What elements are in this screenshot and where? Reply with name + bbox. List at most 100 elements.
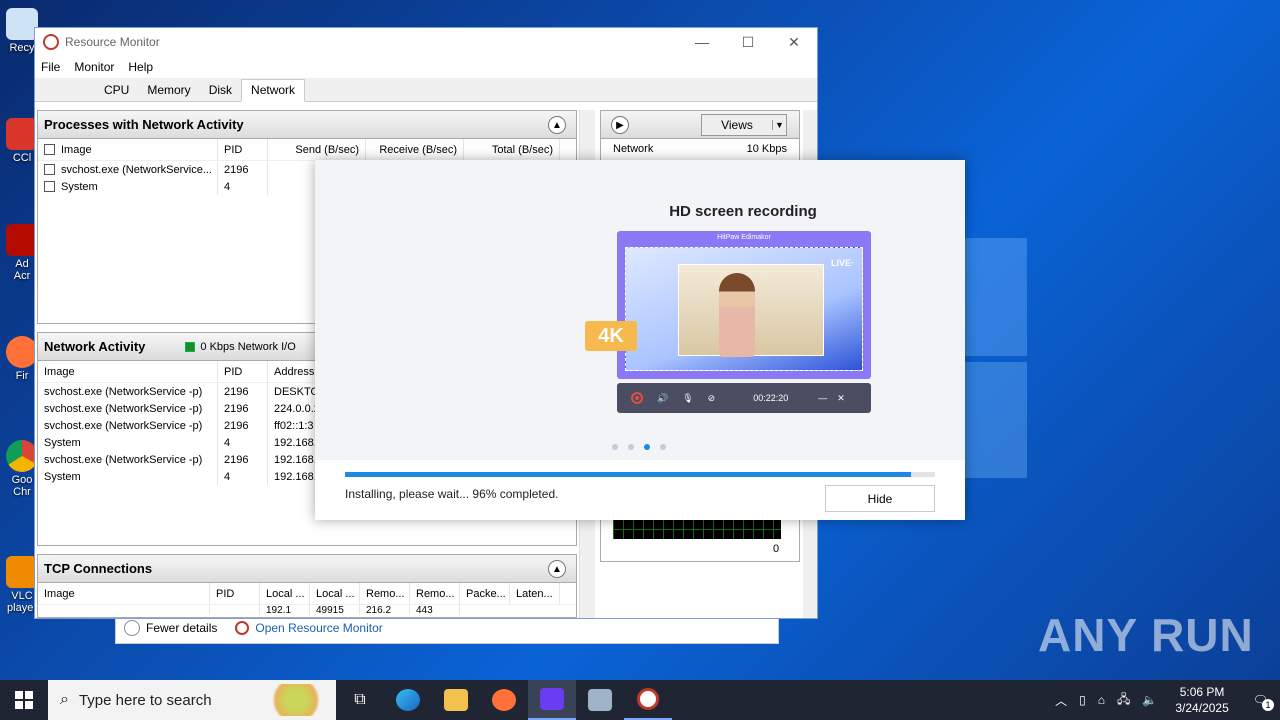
cell-pid: 4 (218, 468, 268, 485)
installer-carousel: HD screen recording HitPaw Edimakor LIVE… (315, 160, 965, 460)
network-graph (613, 519, 781, 539)
column-header-remote-address[interactable]: Remo... (360, 583, 410, 604)
cell-image: svchost.exe (NetworkService -p) (38, 417, 218, 434)
cell-image: svchost.exe (NetworkService -p) (38, 451, 218, 468)
cell-image: svchost.exe (NetworkService -p) (38, 383, 218, 400)
start-button[interactable] (0, 680, 48, 720)
resource-monitor-icon (43, 34, 59, 50)
camera-off-icon: ⊘ (707, 392, 716, 403)
column-header-pid[interactable]: PID (210, 583, 260, 604)
resource-monitor-icon (637, 688, 659, 710)
processes-panel-header[interactable]: Processes with Network Activity ▲ (38, 111, 576, 139)
panel-title: Network Activity (44, 339, 146, 354)
menu-bar: File Monitor Help (35, 56, 817, 78)
panel-title: TCP Connections (44, 561, 153, 576)
maximize-button[interactable]: ☐ (725, 28, 771, 56)
action-center-button[interactable]: 🗨 1 (1241, 693, 1280, 711)
clock[interactable]: 5:06 PM 3/24/2025 (1163, 684, 1240, 716)
row-checkbox[interactable] (44, 164, 55, 175)
taskbar-resource-monitor[interactable] (624, 680, 672, 720)
taskbar-network-app[interactable] (576, 680, 624, 720)
expand-pane-icon[interactable]: ▶ (611, 116, 629, 134)
record-icon (631, 392, 643, 404)
window-controls: — ☐ ✕ (679, 28, 817, 56)
select-all-checkbox[interactable] (44, 144, 55, 155)
row-checkbox[interactable] (44, 181, 55, 192)
menu-help[interactable]: Help (128, 60, 153, 74)
menu-monitor[interactable]: Monitor (74, 60, 114, 74)
close-button[interactable]: ✕ (771, 28, 817, 56)
folder-icon (444, 689, 468, 711)
network-icon[interactable]: 🖧 (1111, 690, 1136, 711)
network-app-icon (588, 689, 612, 711)
open-resource-monitor-link[interactable]: Open Resource Monitor (235, 621, 383, 635)
column-header-receive[interactable]: Receive (B/sec) (366, 139, 464, 160)
column-header-local-address[interactable]: Local ... (260, 583, 310, 604)
carousel-dot[interactable] (612, 444, 618, 450)
cell-image: System (38, 468, 218, 485)
network-io-indicator: 0 Kbps Network I/O (185, 341, 296, 353)
taskbar-search-box[interactable]: ⌕ Type here to search (48, 680, 336, 720)
tcp-connections-header[interactable]: TCP Connections ▲ (38, 555, 576, 583)
column-header-packet-loss[interactable]: Packe... (460, 583, 510, 604)
views-dropdown[interactable]: Views ▼ (701, 114, 787, 136)
column-header-image[interactable]: Image (38, 139, 218, 160)
column-header-send[interactable]: Send (B/sec) (268, 139, 366, 160)
processes-column-header: Image PID Send (B/sec) Receive (B/sec) T… (38, 139, 576, 161)
recording-timer: 00:22:20 (753, 393, 789, 403)
taskbar-installer[interactable] (528, 680, 576, 720)
fewer-details-button[interactable]: Fewer details (124, 620, 217, 636)
tab-cpu[interactable]: CPU (95, 80, 138, 101)
taskbar-file-explorer[interactable] (432, 680, 480, 720)
search-highlight-icon (266, 684, 326, 716)
column-header-pid[interactable]: PID (218, 361, 268, 382)
meet-now-icon[interactable]: ⌂ (1092, 693, 1111, 707)
title-bar[interactable]: Resource Monitor — ☐ ✕ (35, 28, 817, 56)
column-header-total[interactable]: Total (B/sec) (464, 139, 560, 160)
taskbar-firefox[interactable] (480, 680, 528, 720)
install-progress-bar (345, 472, 935, 477)
cell-pid: 2196 (218, 417, 268, 434)
minimize-button[interactable]: — (679, 28, 725, 56)
network-graph-value: 10 Kbps (746, 143, 787, 155)
search-placeholder: Type here to search (78, 691, 212, 709)
column-header-local-port[interactable]: Local ... (310, 583, 360, 604)
taskbar-edge[interactable] (384, 680, 432, 720)
live-label: LIVE· (830, 258, 854, 268)
close-icon: ✕ (837, 392, 845, 403)
tab-strip: CPU Memory Disk Network (35, 78, 817, 102)
hide-button[interactable]: Hide (825, 485, 935, 512)
tab-disk[interactable]: Disk (200, 80, 241, 101)
column-header-image[interactable]: Image (38, 583, 210, 604)
graph-min-label: 0 (773, 543, 780, 555)
install-progress-fill (345, 472, 912, 477)
network-graph-header: Network 10 Kbps (601, 139, 799, 159)
carousel-dot[interactable] (660, 444, 666, 450)
collapse-icon[interactable]: ▲ (548, 116, 566, 134)
cell-pid: 2196 (218, 383, 268, 400)
carousel-dot[interactable] (644, 444, 650, 450)
tab-network[interactable]: Network (241, 79, 306, 102)
carousel-headline: HD screen recording (669, 203, 817, 220)
column-header-pid[interactable]: PID (218, 139, 268, 160)
taskbar: ⌕ Type here to search ⧉ ︿ ▯ ⌂ 🖧 🔈 5:06 P… (0, 680, 1280, 720)
tablet-icon[interactable]: ▯ (1073, 693, 1092, 707)
table-row[interactable]: 192.1 49915 216.2 443 (38, 605, 576, 615)
edimakor-icon (540, 688, 564, 710)
resource-monitor-icon (235, 621, 250, 635)
carousel-dot[interactable] (628, 444, 634, 450)
system-tray: ︿ ▯ ⌂ 🖧 🔈 5:06 PM 3/24/2025 🗨 1 (1049, 680, 1280, 720)
preview-photo (678, 264, 824, 357)
right-pane-header: ▶ Views ▼ (601, 111, 799, 139)
column-header-image[interactable]: Image (38, 361, 218, 382)
dropdown-arrow-icon: ▼ (772, 120, 786, 130)
tab-memory[interactable]: Memory (138, 80, 199, 101)
column-header-remote-port[interactable]: Remo... (410, 583, 460, 604)
menu-file[interactable]: File (41, 60, 60, 74)
column-header-latency[interactable]: Laten... (510, 583, 560, 604)
chevron-up-icon[interactable]: ︿ (1049, 692, 1073, 709)
volume-icon[interactable]: 🔈 (1136, 693, 1163, 707)
panel-title: Processes with Network Activity (44, 117, 244, 132)
task-view-button[interactable]: ⧉ (336, 680, 384, 720)
collapse-icon[interactable]: ▲ (548, 560, 566, 578)
